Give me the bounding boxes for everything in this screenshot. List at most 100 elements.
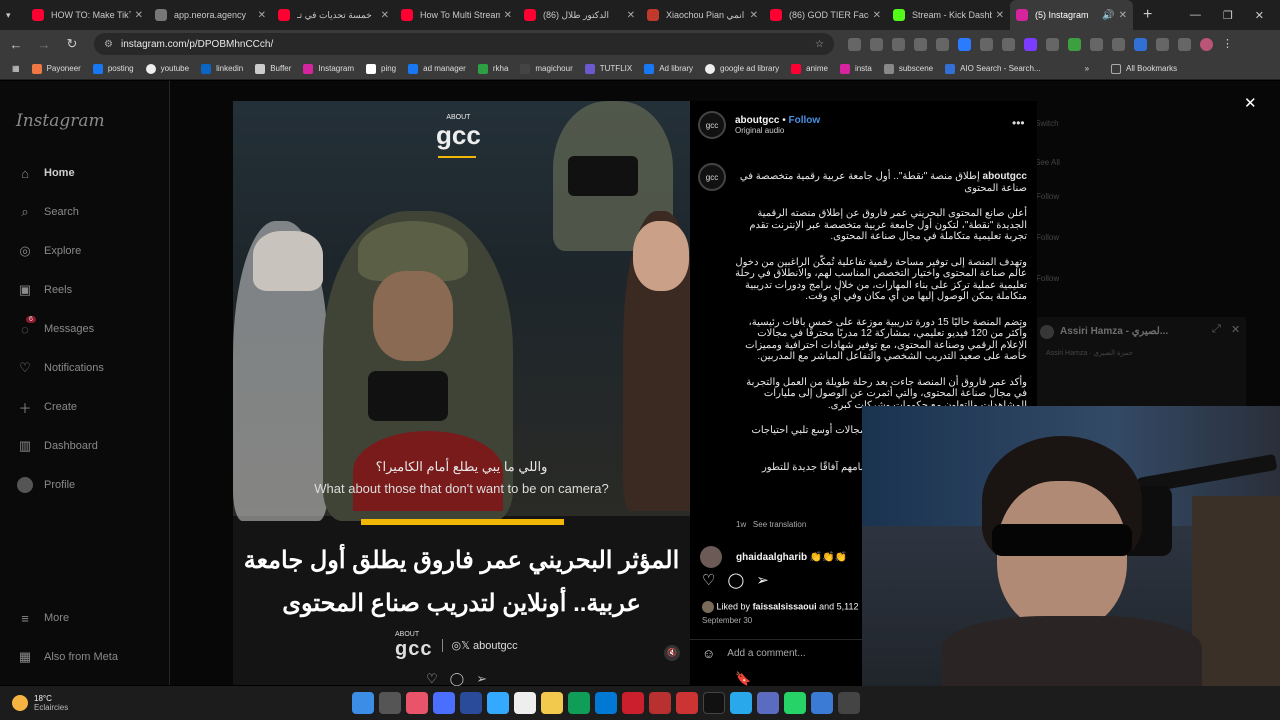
minimize-icon[interactable]: —	[1190, 9, 1201, 21]
app-icon[interactable]	[757, 692, 780, 714]
close-tab-icon[interactable]: ✕	[750, 10, 758, 21]
close-tab-icon[interactable]: ✕	[381, 10, 389, 21]
new-tab-button[interactable]: +	[1133, 6, 1162, 24]
bookmark-item[interactable]: rkha	[477, 63, 508, 74]
reload-icon[interactable]: ↻	[60, 36, 84, 52]
extension-icon[interactable]	[980, 37, 993, 51]
outlook-icon[interactable]	[595, 692, 618, 714]
file-explorer-icon[interactable]	[541, 692, 564, 714]
bookmark-item[interactable]: anime	[791, 63, 828, 74]
close-tab-icon[interactable]: ✕	[135, 10, 143, 21]
extension-icon[interactable]	[1134, 37, 1147, 51]
reel-video[interactable]: ABOUT gcc واللي ما يبي يطلع أمام الكاميرا…	[233, 101, 690, 685]
browser-tab[interactable]: HOW TO: Make TikT ✕	[26, 0, 149, 30]
bookmark-item[interactable]: google ad library	[705, 63, 779, 74]
windows-start-icon[interactable]	[352, 692, 375, 714]
nav-search[interactable]: ⌕ Search	[17, 204, 79, 220]
commenter-username[interactable]: ghaidaalgharib	[736, 552, 807, 563]
follow-button[interactable]: Follow	[789, 115, 821, 126]
bookmark-item[interactable]: ad manager	[408, 63, 466, 74]
nav-more[interactable]: ≡ More	[17, 610, 69, 626]
task-view-icon[interactable]	[379, 692, 402, 714]
nav-dashboard[interactable]: ▥ Dashboard	[17, 438, 98, 454]
bookmark-item[interactable]: magichour	[520, 63, 573, 74]
bookmark-item[interactable]: linkedin	[201, 63, 243, 74]
all-bookmarks[interactable]: All Bookmarks	[1111, 63, 1177, 74]
back-icon[interactable]: ←	[4, 37, 28, 52]
bookmark-item[interactable]: subscene	[883, 63, 933, 74]
app-icon[interactable]	[649, 692, 672, 714]
extension-icon[interactable]	[1046, 37, 1059, 51]
expand-icon[interactable]: ⤢	[1212, 323, 1221, 336]
browser-tab-active[interactable]: (5) Instagram 🔊 ✕	[1010, 0, 1133, 30]
app-icon[interactable]	[514, 692, 537, 714]
extension-icon[interactable]	[1024, 37, 1037, 51]
comment-icon[interactable]: ◯	[727, 571, 744, 589]
like-heart-icon[interactable]: ♡	[702, 571, 715, 589]
extension-icon[interactable]	[870, 37, 883, 51]
nav-reels[interactable]: ▣ Reels	[17, 282, 72, 298]
tiktok-icon[interactable]	[703, 692, 726, 714]
profile-avatar[interactable]	[1200, 37, 1213, 51]
app-icon[interactable]	[433, 692, 456, 714]
site-info-icon[interactable]: ⚙	[104, 39, 113, 50]
apps-icon[interactable]: ▦	[12, 64, 20, 73]
nav-home[interactable]: ⌂ Home	[17, 165, 75, 181]
author-username[interactable]: aboutgcc	[735, 115, 779, 126]
browser-tab[interactable]: Stream - Kick Dashb ✕	[887, 0, 1010, 30]
close-modal-icon[interactable]: ✕	[1244, 94, 1257, 112]
browser-tab[interactable]: app.neora.agency ✕	[149, 0, 272, 30]
author-avatar[interactable]: gcc	[698, 111, 726, 139]
bookmark-item[interactable]: insta	[839, 63, 872, 74]
nav-create[interactable]: ＋ Create	[17, 399, 77, 416]
audio-icon[interactable]: 🔊	[1102, 10, 1114, 21]
liker-username[interactable]: faissalsissaoui	[753, 601, 817, 611]
close-window-icon[interactable]: ✕	[1255, 9, 1264, 22]
emoji-icon[interactable]: ☺	[702, 646, 715, 661]
browser-tab[interactable]: How To Multi Stream ✕	[395, 0, 518, 30]
close-icon[interactable]: ✕	[1231, 323, 1240, 336]
nav-messages[interactable]: ◌ 6 Messages	[17, 316, 94, 337]
forward-icon[interactable]: →	[32, 37, 56, 52]
app-icon[interactable]	[676, 692, 699, 714]
more-options-icon[interactable]: •••	[1012, 116, 1025, 130]
weather-widget[interactable]: 18°C Eclaircies	[12, 694, 68, 712]
app-icon[interactable]	[487, 692, 510, 714]
browser-tab[interactable]: (86) الدكتور طلال ✕	[518, 0, 641, 30]
bookmark-item[interactable]: posting	[92, 63, 134, 74]
nav-notifications[interactable]: ♡ Notifications	[17, 360, 104, 376]
nav-profile[interactable]: Profile	[17, 477, 75, 493]
more-menu-icon[interactable]: ⋮	[1222, 38, 1235, 51]
share-icon[interactable]: ➢	[756, 571, 769, 589]
bookmark-item[interactable]: AIO Search - Search...	[945, 63, 1041, 74]
tab-list-icon[interactable]: ▾	[0, 0, 26, 30]
bookmarks-overflow-icon[interactable]: »	[1085, 64, 1089, 73]
app-icon[interactable]	[838, 692, 861, 714]
app-icon[interactable]	[406, 692, 429, 714]
app-icon[interactable]	[460, 692, 483, 714]
close-tab-icon[interactable]: ✕	[504, 10, 512, 21]
instagram-logo[interactable]: Instagram	[16, 111, 105, 131]
bookmark-item[interactable]: TUTFLIX	[584, 63, 632, 74]
menu-icon[interactable]	[1178, 37, 1191, 51]
close-tab-icon[interactable]: ✕	[1119, 10, 1127, 21]
original-audio-link[interactable]: Original audio	[735, 126, 820, 135]
extension-icon[interactable]	[936, 37, 949, 51]
app-icon[interactable]	[811, 692, 834, 714]
comment-icon[interactable]: ◯	[450, 671, 465, 687]
app-icon[interactable]	[568, 692, 591, 714]
browser-tab[interactable]: (86) GOD TIER Face ✕	[764, 0, 887, 30]
extension-icon[interactable]	[1112, 37, 1125, 51]
extension-icon[interactable]	[892, 37, 905, 51]
telegram-icon[interactable]	[730, 692, 753, 714]
mini-player-popup[interactable]: Assiri Hamza - لصيري... ⤢ ✕ Assiri Hamza…	[1036, 317, 1246, 407]
whatsapp-icon[interactable]	[784, 692, 807, 714]
bookmark-item[interactable]: Payoneer	[31, 63, 81, 74]
close-tab-icon[interactable]: ✕	[873, 10, 881, 21]
mute-icon[interactable]: 🔇	[664, 645, 680, 661]
nav-explore[interactable]: ◎ Explore	[17, 243, 81, 259]
extension-icon[interactable]	[1090, 37, 1103, 51]
bookmark-item[interactable]: ping	[366, 63, 396, 74]
extension-icon[interactable]	[1068, 37, 1081, 51]
extension-icon[interactable]	[1002, 37, 1015, 51]
